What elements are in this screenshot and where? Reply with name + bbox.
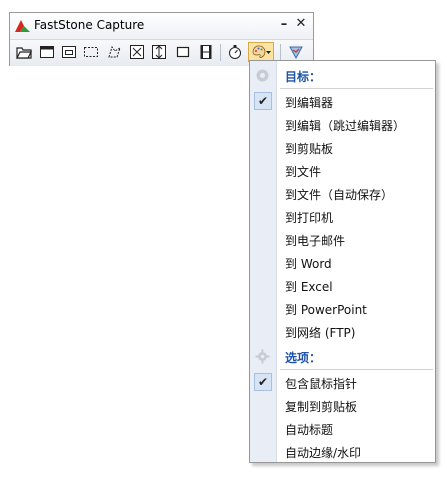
menu-item-label: 自动标题 xyxy=(285,423,334,437)
menu-separator xyxy=(280,369,433,370)
menu-item-to-edit-skip-editor[interactable]: 到编辑（跳过编辑器） xyxy=(250,113,435,136)
screen-recorder-icon[interactable] xyxy=(197,43,215,61)
menu-item-to-ftp[interactable]: 到网络 (FTP) xyxy=(250,320,435,343)
menu-item-label: 到文件（自动保存） xyxy=(285,188,394,202)
toolbar-separator xyxy=(220,44,221,61)
menu-item-auto-caption[interactable]: 自动标题 xyxy=(250,417,435,440)
menu-item-to-file[interactable]: 到文件 xyxy=(250,159,435,182)
menu-item-label: 到打印机 xyxy=(285,211,334,225)
close-button[interactable]: ✕ xyxy=(294,16,308,32)
capture-object-icon[interactable] xyxy=(60,43,78,61)
menu-item-to-file-autosave[interactable]: 到文件（自动保存） xyxy=(250,182,435,205)
menu-item-label: 到 Excel xyxy=(285,280,333,294)
target-header-label: 目标： xyxy=(285,70,322,84)
capture-window-icon[interactable] xyxy=(38,43,56,61)
output-destination-icon[interactable] xyxy=(248,42,274,62)
delay-timer-icon[interactable] xyxy=(226,43,244,61)
menu-item-label: 自动边缘/水印 xyxy=(285,446,362,460)
title-bar[interactable]: FastStone Capture – ✕ xyxy=(10,13,313,38)
capture-fixed-region-icon[interactable] xyxy=(174,43,192,61)
menu-item-label: 到剪贴板 xyxy=(285,142,334,156)
menu-item-label: 复制到剪贴板 xyxy=(285,400,358,414)
menu-item-label: 到 PowerPoint xyxy=(285,303,367,317)
window-title: FastStone Capture xyxy=(34,18,145,32)
menu-item-copy-to-clipboard[interactable]: 复制到剪贴板 xyxy=(250,394,435,417)
settings-icon[interactable] xyxy=(287,43,305,61)
check-icon: ✔ xyxy=(254,92,272,110)
options-header-label: 选项： xyxy=(285,351,322,365)
menu-item-label: 包含鼠标指针 xyxy=(285,377,358,391)
menu-item-label: 到编辑器 xyxy=(285,96,334,110)
faststone-capture-window: FastStone Capture – ✕ xyxy=(9,12,314,66)
target-gear-icon xyxy=(255,68,270,83)
options-gear-icon xyxy=(255,349,270,364)
minimize-button[interactable]: – xyxy=(277,17,291,33)
capture-scrolling-icon[interactable] xyxy=(150,43,168,61)
menu-item-to-powerpoint[interactable]: 到 PowerPoint xyxy=(250,297,435,320)
check-icon: ✔ xyxy=(254,373,272,391)
faststone-logo-icon xyxy=(15,19,30,32)
menu-item-label: 到网络 (FTP) xyxy=(285,326,356,340)
menu-item-to-clipboard[interactable]: 到剪贴板 xyxy=(250,136,435,159)
menu-item-label: 到文件 xyxy=(285,165,322,179)
menu-item-label: 到电子邮件 xyxy=(285,234,346,248)
menu-header-target: 目标： xyxy=(250,64,435,87)
capture-rectangle-icon[interactable] xyxy=(82,43,100,61)
menu-item-include-cursor[interactable]: ✔ 包含鼠标指针 xyxy=(250,371,435,394)
toolbar-separator xyxy=(280,44,281,61)
open-file-icon[interactable] xyxy=(15,43,33,61)
menu-header-options: 选项： xyxy=(250,345,435,368)
menu-item-label: 到编辑（跳过编辑器） xyxy=(285,119,406,133)
capture-freehand-icon[interactable] xyxy=(105,43,123,61)
menu-item-to-printer[interactable]: 到打印机 xyxy=(250,205,435,228)
menu-item-to-word[interactable]: 到 Word xyxy=(250,251,435,274)
menu-item-label: 到 Word xyxy=(285,257,332,271)
menu-item-to-excel[interactable]: 到 Excel xyxy=(250,274,435,297)
menu-separator xyxy=(280,88,433,89)
output-destination-menu: 目标： ✔ 到编辑器 到编辑（跳过编辑器） 到剪贴板 到文件 到文件（自动保存）… xyxy=(249,60,436,463)
menu-item-to-editor[interactable]: ✔ 到编辑器 xyxy=(250,90,435,113)
capture-fullscreen-icon[interactable] xyxy=(128,43,146,61)
menu-item-auto-edge-watermark[interactable]: 自动边缘/水印 xyxy=(250,440,435,463)
menu-item-to-email[interactable]: 到电子邮件 xyxy=(250,228,435,251)
